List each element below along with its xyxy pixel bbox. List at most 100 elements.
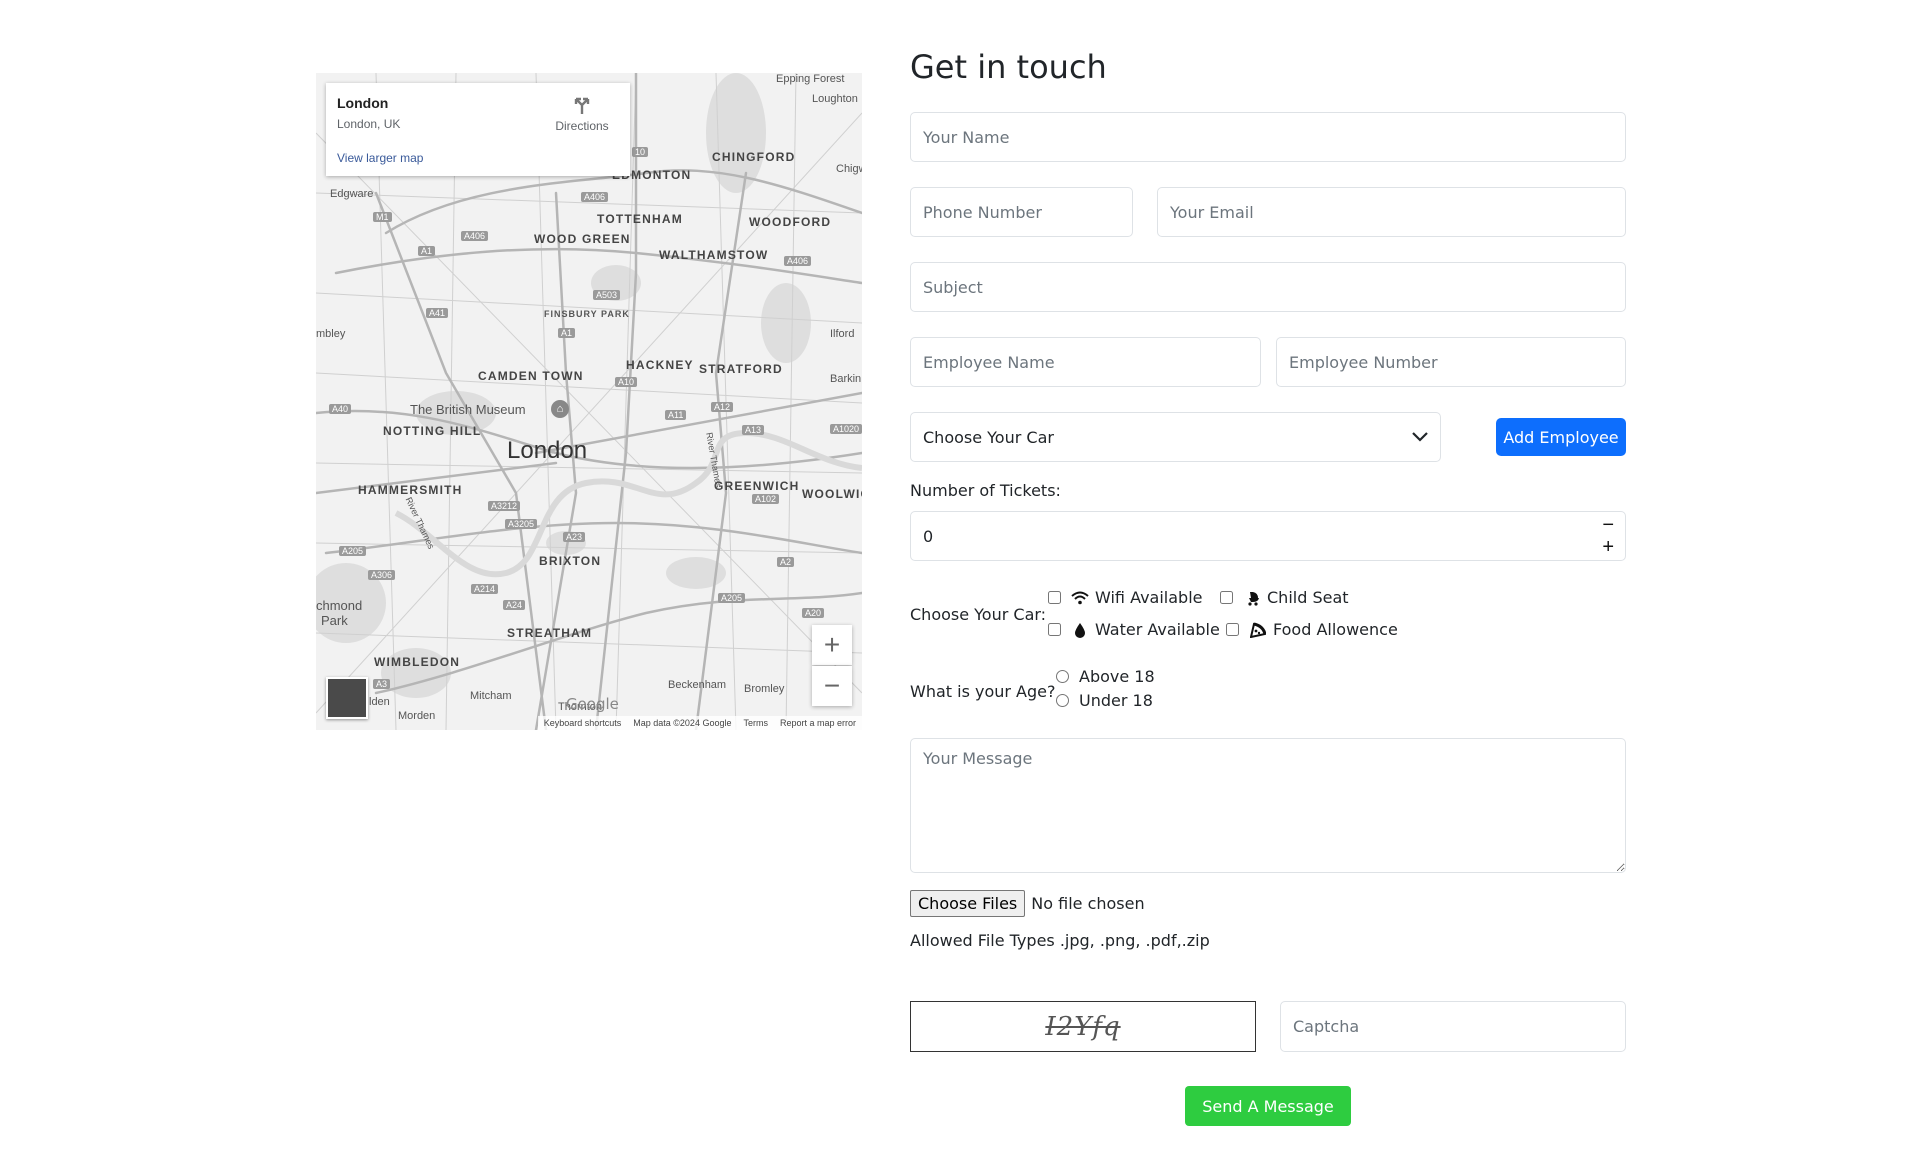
road-shield: A11 — [665, 410, 687, 420]
employee-number-input[interactable] — [1276, 337, 1626, 387]
map-zoom-out-button[interactable]: − — [812, 666, 852, 706]
message-textarea[interactable] — [910, 738, 1626, 873]
food-option[interactable]: Food Allowence — [1226, 620, 1398, 639]
museum-icon[interactable]: ⌂ — [551, 400, 569, 418]
road-shield: A23 — [563, 532, 586, 542]
road-shield: A20 — [802, 608, 825, 618]
age-above-radio[interactable] — [1056, 670, 1069, 683]
baby-carriage-icon — [1243, 590, 1261, 606]
view-larger-map-link[interactable]: View larger map — [337, 151, 423, 165]
road-shield: A406 — [784, 256, 812, 266]
subject-input[interactable] — [910, 262, 1626, 312]
map-label: Beckenham — [668, 679, 727, 691]
wifi-checkbox[interactable] — [1048, 591, 1061, 604]
map-label: HACKNEY — [626, 358, 694, 372]
road-shield: A306 — [368, 570, 396, 580]
map-label: WOODFORD — [749, 215, 832, 229]
map-embed[interactable]: Epping Forest Loughton CHINGFORD EDMONTO… — [316, 73, 862, 730]
map-attribution: Keyboard shortcuts Map data ©2024 Google… — [537, 716, 862, 730]
map-label: STREATHAM — [507, 626, 593, 640]
map-label: Park — [321, 613, 348, 628]
road-shield: A406 — [581, 192, 609, 202]
age-under-option[interactable]: Under 18 — [1056, 691, 1153, 710]
road-shield: A406 — [461, 231, 489, 241]
map-label: lden — [369, 696, 390, 708]
road-shield: M1 — [373, 212, 392, 222]
car-select[interactable]: Choose Your Car — [910, 412, 1441, 462]
map-label: The British Museum — [410, 402, 526, 417]
road-shield: A41 — [426, 308, 449, 318]
file-upload: Choose Files No file chosen — [910, 890, 1145, 917]
name-input[interactable] — [910, 112, 1626, 162]
report-map-error-link[interactable]: Report a map error — [780, 718, 856, 728]
send-message-button[interactable]: Send A Message — [1185, 1086, 1351, 1126]
tickets-field: − + — [910, 511, 1626, 561]
map-label: Mitcham — [470, 690, 512, 702]
tickets-decrement-button[interactable]: − — [1602, 515, 1614, 535]
map-place-name: London — [337, 95, 389, 111]
map-label: mbley — [316, 328, 346, 340]
road-shield: A10 — [615, 377, 638, 387]
road-shield: A40 — [329, 404, 352, 414]
road-shield: A24 — [503, 600, 526, 610]
email-input[interactable] — [1157, 187, 1626, 237]
captcha-text: I2Yfq — [1045, 1011, 1121, 1042]
food-label: Food Allowence — [1273, 620, 1398, 639]
food-checkbox[interactable] — [1226, 623, 1239, 636]
age-under-radio[interactable] — [1056, 694, 1069, 707]
child-seat-checkbox[interactable] — [1220, 591, 1233, 604]
car-select-value: Choose Your Car — [923, 427, 1054, 447]
file-types-hint: Allowed File Types .jpg, .png, .pdf,.zip — [910, 931, 1210, 950]
captcha-input[interactable] — [1280, 1001, 1626, 1052]
map-zoom-in-button[interactable]: + — [812, 625, 852, 665]
road-shield: A13 — [742, 425, 765, 435]
child-seat-option[interactable]: Child Seat — [1220, 588, 1349, 607]
age-above-option[interactable]: Above 18 — [1056, 667, 1155, 686]
map-label: Loughton — [812, 93, 858, 105]
map-place-address: London, UK — [337, 117, 401, 131]
file-status: No file chosen — [1031, 894, 1145, 913]
map-label: Ilford — [830, 328, 855, 340]
map-city-label: London — [507, 437, 588, 464]
droplet-icon — [1071, 622, 1089, 638]
age-label: What is your Age? — [910, 682, 1056, 701]
map-label: CAMDEN TOWN — [478, 369, 584, 383]
map-label: WOOD GREEN — [534, 232, 631, 246]
age-under-label: Under 18 — [1079, 691, 1153, 710]
tickets-input[interactable] — [910, 511, 1626, 561]
choose-files-button[interactable]: Choose Files — [910, 890, 1026, 917]
employee-name-input[interactable] — [910, 337, 1261, 387]
wifi-option[interactable]: Wifi Available — [1048, 588, 1203, 607]
map-label: Morden — [398, 710, 436, 722]
water-checkbox[interactable] — [1048, 623, 1061, 636]
tickets-label: Number of Tickets: — [910, 481, 1061, 500]
map-label: BRIXTON — [539, 554, 602, 568]
add-employee-button[interactable]: Add Employee — [1496, 418, 1626, 456]
map-info-card: London London, UK View larger map Direct… — [326, 83, 630, 176]
child-seat-label: Child Seat — [1267, 588, 1349, 607]
road-shield: 10 — [632, 147, 649, 157]
road-shield: A3212 — [488, 501, 521, 511]
map-type-toggle[interactable] — [326, 677, 368, 719]
map-label: WIMBLEDON — [374, 655, 461, 669]
map-label: GREENWICH — [714, 479, 800, 493]
tickets-stepper[interactable]: − + — [1602, 511, 1614, 561]
map-label: chmond — [316, 598, 363, 613]
directions-button[interactable]: Directions — [552, 95, 612, 133]
google-logo: Google — [566, 695, 619, 713]
keyboard-shortcuts-link[interactable]: Keyboard shortcuts — [544, 718, 622, 728]
phone-input[interactable] — [910, 187, 1133, 237]
road-shield: A205 — [339, 546, 367, 556]
terms-link[interactable]: Terms — [743, 718, 768, 728]
car-options-label: Choose Your Car: — [910, 605, 1047, 624]
road-shield: A102 — [752, 494, 780, 504]
road-shield: A2 — [777, 557, 795, 567]
map-label: Chigw — [836, 163, 862, 175]
tickets-increment-button[interactable]: + — [1602, 537, 1614, 557]
wifi-icon — [1071, 591, 1089, 605]
captcha-image: I2Yfq — [910, 1001, 1256, 1052]
directions-label: Directions — [555, 119, 609, 133]
map-label: FINSBURY PARK — [544, 309, 630, 319]
water-option[interactable]: Water Available — [1048, 620, 1220, 639]
map-label: HAMMERSMITH — [358, 483, 463, 497]
